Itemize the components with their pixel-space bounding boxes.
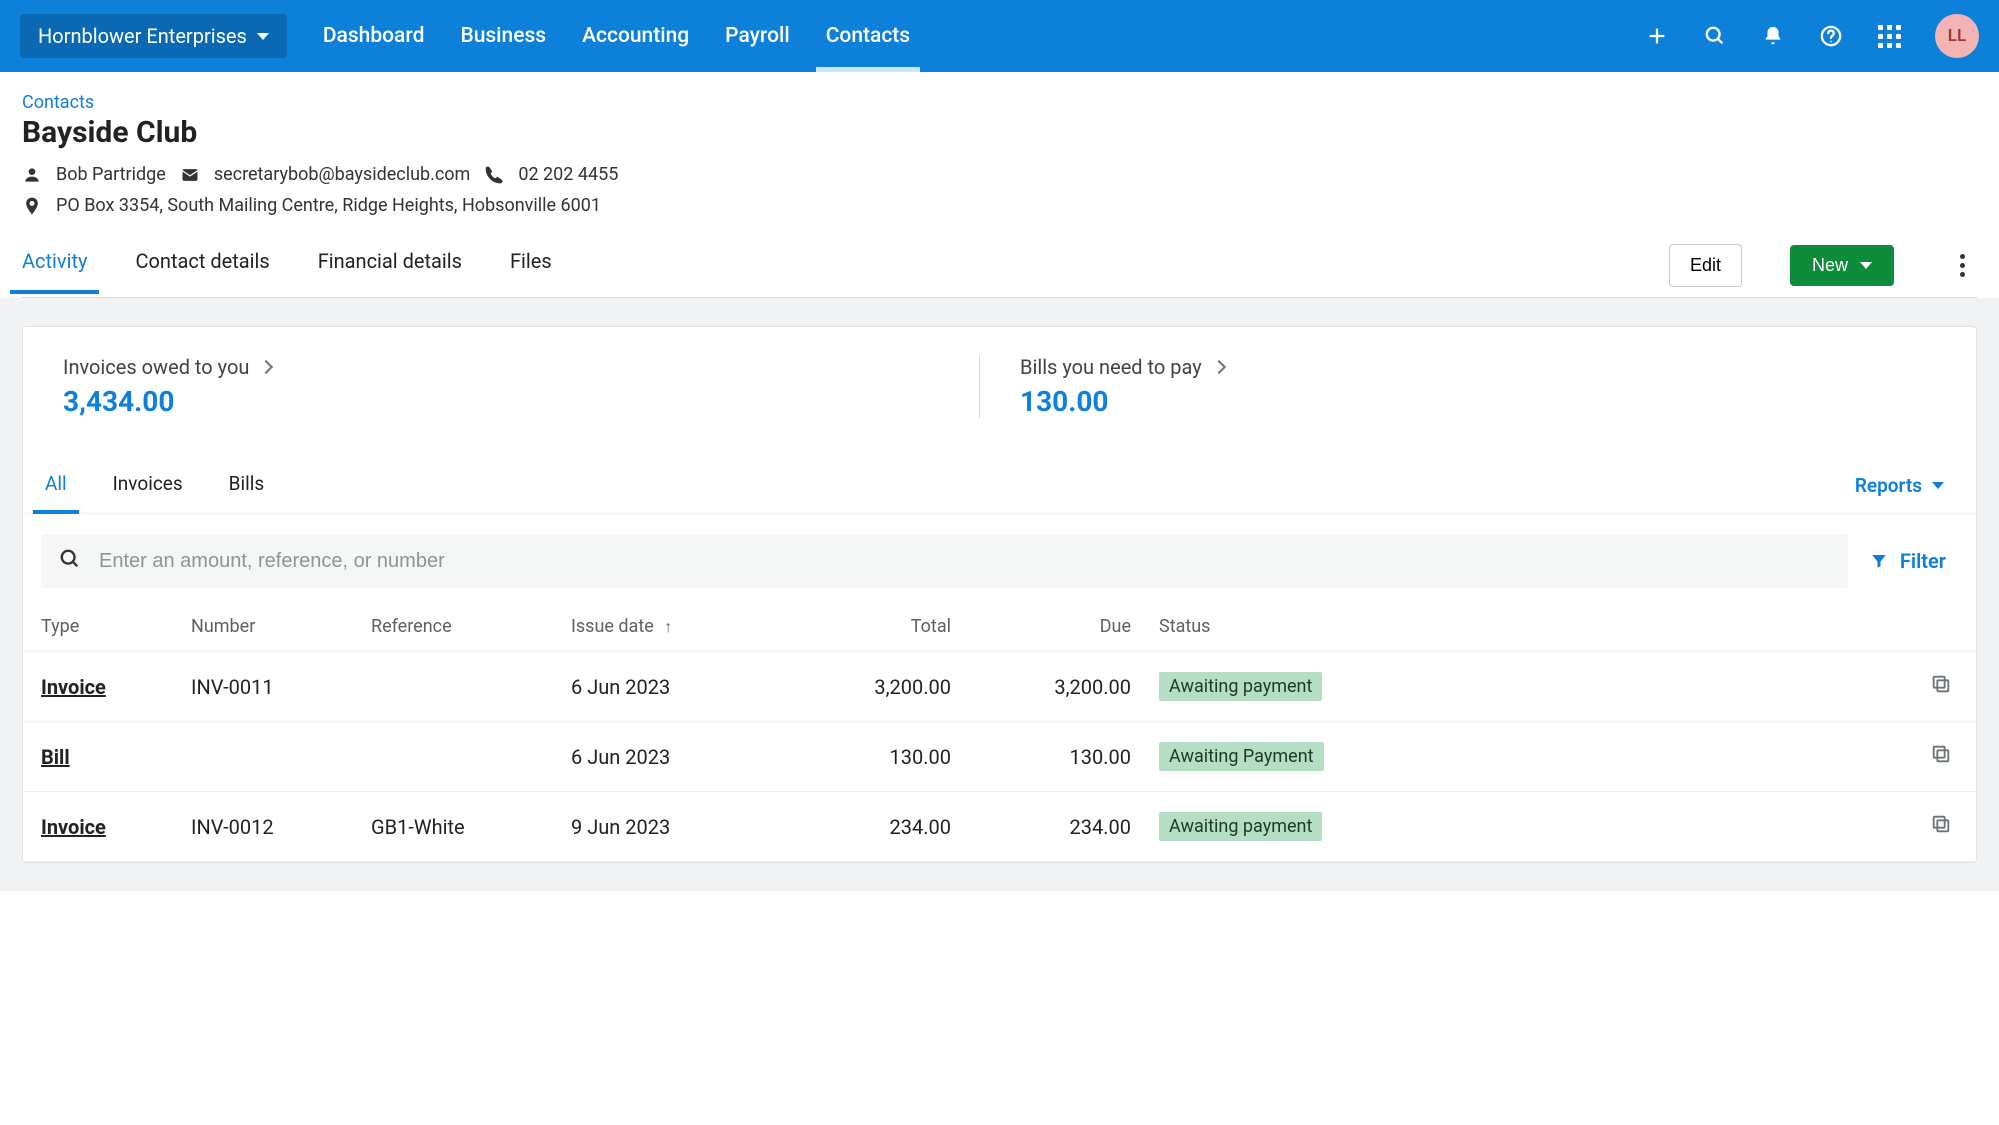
copy-icon[interactable] [1930,673,1952,695]
subtab-all[interactable]: All [45,458,67,513]
search-icon [59,548,81,574]
nav-business[interactable]: Business [460,2,546,70]
table-row: Invoice INV-0011 6 Jun 2023 3,200.00 3,2… [23,652,1976,722]
col-number[interactable]: Number [191,616,371,637]
chevron-right-icon [1212,360,1226,374]
phone-icon [484,165,504,185]
row-due: 234.00 [951,815,1131,839]
row-due: 130.00 [951,745,1131,769]
breadcrumb[interactable]: Contacts [22,92,1977,113]
row-due: 3,200.00 [951,675,1131,699]
org-switcher[interactable]: Hornblower Enterprises [20,14,287,58]
chevron-down-icon [1860,262,1872,269]
activity-card: Invoices owed to you 3,434.00 Bills you … [22,326,1977,863]
bell-icon[interactable] [1761,24,1785,48]
edit-button[interactable]: Edit [1669,244,1742,287]
content-area: Invoices owed to you 3,434.00 Bills you … [0,298,1999,891]
filter-icon [1870,552,1888,570]
nav-payroll[interactable]: Payroll [725,2,790,70]
summary-row: Invoices owed to you 3,434.00 Bills you … [23,327,1976,458]
chevron-down-icon [257,33,269,40]
nav-accounting[interactable]: Accounting [582,2,689,70]
topbar: Hornblower Enterprises Dashboard Busines… [0,0,1999,72]
sort-asc-icon: ↑ [664,617,672,636]
main-nav: Dashboard Business Accounting Payroll Co… [323,2,910,70]
search-box[interactable] [41,534,1848,588]
reports-dropdown[interactable]: Reports [1855,474,1954,497]
new-button[interactable]: New [1790,245,1894,286]
contact-phone: 02 202 4455 [518,164,618,185]
bills-to-pay-value: 130.00 [1020,385,1936,418]
row-total: 234.00 [771,815,951,839]
invoices-owed-label: Invoices owed to you [63,355,979,379]
contact-tabs: Activity Contact details Financial detai… [22,244,1977,298]
copy-icon[interactable] [1930,743,1952,765]
filter-button[interactable]: Filter [1870,549,1958,573]
row-reference: GB1-White [371,815,571,839]
chevron-down-icon [1932,482,1944,489]
row-type-link[interactable]: Bill [41,745,70,769]
tab-financial-details[interactable]: Financial details [318,249,462,293]
transaction-subtabs: All Invoices Bills Reports [23,458,1976,514]
invoices-owed-block[interactable]: Invoices owed to you 3,434.00 [63,355,979,418]
more-menu-button[interactable] [1960,254,1965,277]
row-total: 130.00 [771,745,951,769]
table-row: Bill 6 Jun 2023 130.00 130.00 Awaiting P… [23,722,1976,792]
contact-email: secretarybob@baysideclub.com [214,164,471,185]
avatar[interactable]: LL [1935,14,1979,58]
row-issue-date: 6 Jun 2023 [571,745,771,769]
search-icon[interactable] [1703,24,1727,48]
person-icon [22,165,42,185]
contact-person: Bob Partridge [56,164,166,185]
col-status[interactable]: Status [1131,616,1341,637]
help-icon[interactable] [1819,24,1843,48]
col-type[interactable]: Type [41,616,191,637]
page-title: Bayside Club [22,115,1977,150]
apps-icon[interactable] [1877,24,1901,48]
col-total[interactable]: Total [771,616,951,637]
contact-info-row-2: PO Box 3354, South Mailing Centre, Ridge… [22,195,1977,216]
status-badge: Awaiting Payment [1159,742,1324,771]
search-filter-row: Filter [23,514,1976,606]
nav-contacts[interactable]: Contacts [826,2,910,70]
subtab-bills[interactable]: Bills [229,458,265,513]
status-badge: Awaiting payment [1159,812,1322,841]
reports-label: Reports [1855,474,1922,497]
col-issue-date[interactable]: Issue date ↑ [571,616,771,637]
tab-files[interactable]: Files [510,249,552,293]
row-type-link[interactable]: Invoice [41,675,106,699]
subtab-invoices[interactable]: Invoices [113,458,183,513]
bills-to-pay-block[interactable]: Bills you need to pay 130.00 [979,355,1936,418]
chevron-right-icon [259,360,273,374]
search-input[interactable] [99,550,1830,573]
col-due[interactable]: Due [951,616,1131,637]
row-number: INV-0012 [191,815,371,839]
row-total: 3,200.00 [771,675,951,699]
nav-dashboard[interactable]: Dashboard [323,2,425,70]
row-type-link[interactable]: Invoice [41,815,106,839]
contact-info-row-1: Bob Partridge secretarybob@baysideclub.c… [22,164,1977,185]
filter-label: Filter [1900,549,1946,573]
tab-activity[interactable]: Activity [22,249,87,293]
page-header: Contacts Bayside Club Bob Partridge secr… [0,72,1999,298]
row-issue-date: 6 Jun 2023 [571,675,771,699]
add-icon[interactable] [1645,24,1669,48]
tab-contact-details[interactable]: Contact details [135,249,269,293]
more-vert-icon [1960,254,1965,277]
table-row: Invoice INV-0012 GB1-White 9 Jun 2023 23… [23,792,1976,862]
location-icon [22,196,42,216]
row-number: INV-0011 [191,675,371,699]
new-button-label: New [1812,255,1848,276]
table-header: Type Number Reference Issue date ↑ Total… [23,606,1976,652]
contact-address: PO Box 3354, South Mailing Centre, Ridge… [56,195,601,216]
row-issue-date: 9 Jun 2023 [571,815,771,839]
col-reference[interactable]: Reference [371,616,571,637]
status-badge: Awaiting payment [1159,672,1322,701]
invoices-owed-value: 3,434.00 [63,385,979,418]
topbar-tools: LL [1645,14,1979,58]
bills-to-pay-label: Bills you need to pay [1020,355,1936,379]
copy-icon[interactable] [1930,813,1952,835]
email-icon [180,165,200,185]
org-name: Hornblower Enterprises [38,24,247,48]
